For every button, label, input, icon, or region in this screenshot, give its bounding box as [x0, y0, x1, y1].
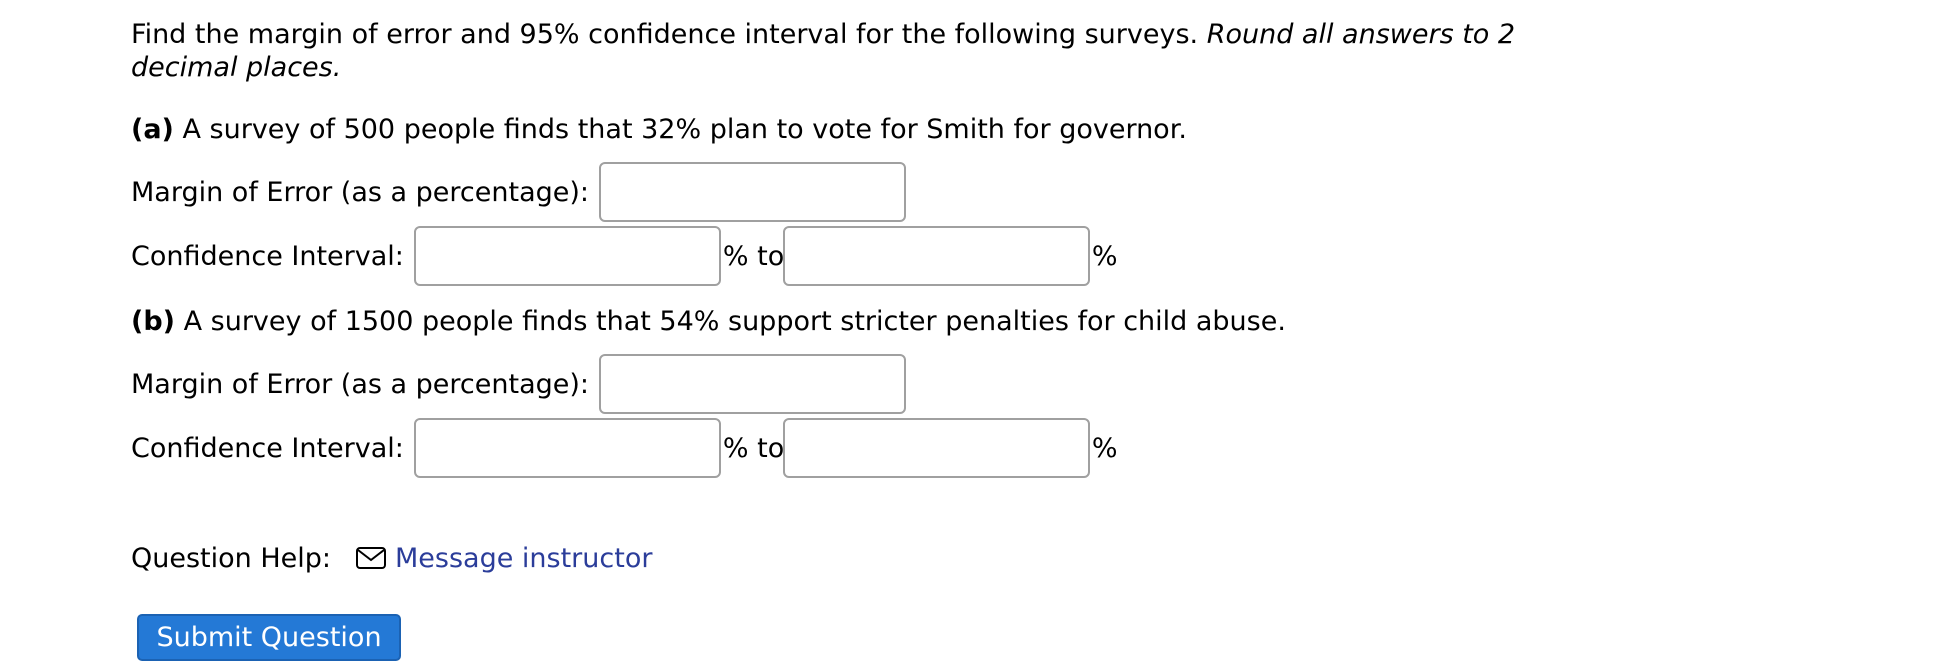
- instructions: Find the margin of error and 95% confide…: [131, 18, 1531, 84]
- part-a-margin-input[interactable]: [599, 162, 906, 222]
- mail-icon[interactable]: [355, 546, 387, 570]
- part-b-margin-input[interactable]: [599, 354, 906, 414]
- part-a-ci-to-label: % to: [722, 240, 785, 272]
- submit-question-button[interactable]: Submit Question: [137, 614, 401, 661]
- part-b-ci-upper-input[interactable]: [782, 418, 1090, 478]
- part-b-ci-lower-input[interactable]: [413, 418, 721, 478]
- message-instructor-link[interactable]: Message instructor: [395, 543, 652, 574]
- question-help-label: Question Help:: [131, 542, 331, 574]
- part-a-ci-label: Confidence Interval:: [131, 240, 404, 272]
- part-b-margin-label: Margin of Error (as a percentage):: [131, 368, 589, 400]
- instructions-emphasis-line2: decimal places.: [131, 52, 342, 83]
- instructions-text: Find the margin of error and 95% confide…: [131, 19, 1207, 50]
- part-b-tag: (b): [131, 306, 176, 337]
- part-b-text: A survey of 1500 people finds that 54% s…: [175, 306, 1286, 337]
- part-a-margin-label: Margin of Error (as a percentage):: [131, 176, 589, 208]
- part-a-question: (a) A survey of 500 people finds that 32…: [131, 113, 1187, 146]
- part-b-margin-row: Margin of Error (as a percentage):: [131, 354, 906, 414]
- part-a-margin-row: Margin of Error (as a percentage):: [131, 162, 906, 222]
- part-a-tag: (a): [131, 114, 174, 145]
- part-a-ci-percent: %: [1091, 240, 1118, 272]
- part-a-ci-row: Confidence Interval: % to %: [131, 226, 1118, 286]
- part-a-ci-lower-input[interactable]: [413, 226, 721, 286]
- part-a-text: A survey of 500 people finds that 32% pl…: [173, 114, 1187, 145]
- part-b-ci-to-label: % to: [722, 432, 785, 464]
- instructions-emphasis-line1: Round all answers to 2: [1206, 19, 1516, 50]
- question-help: Question Help: Message instructor: [131, 538, 652, 578]
- part-b-ci-label: Confidence Interval:: [131, 432, 404, 464]
- part-b-question: (b) A survey of 1500 people finds that 5…: [131, 305, 1286, 338]
- part-b-ci-percent: %: [1091, 432, 1118, 464]
- part-a-ci-upper-input[interactable]: [782, 226, 1090, 286]
- part-b-ci-row: Confidence Interval: % to %: [131, 418, 1118, 478]
